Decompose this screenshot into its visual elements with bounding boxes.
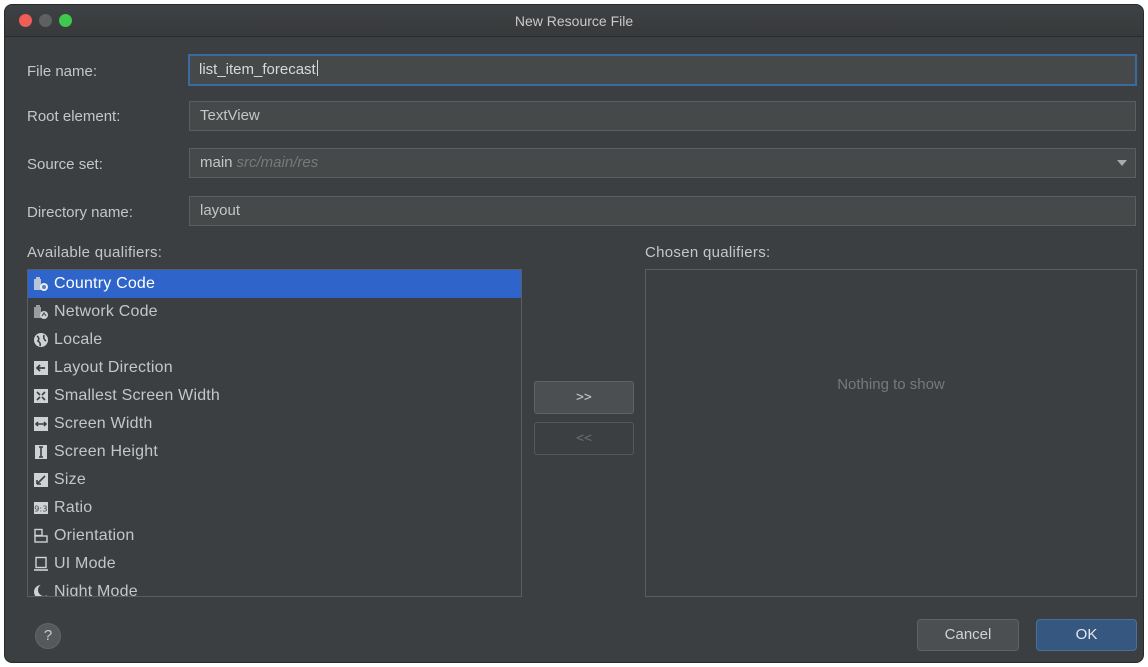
source-set-value: main [200,154,233,171]
source-set-dropdown[interactable]: main src/main/res [189,148,1136,178]
list-item-country-code[interactable]: Country Code [28,270,521,298]
root-element-value: TextView [200,107,260,124]
list-item-label: Screen Width [54,415,153,432]
screen-height-icon [33,444,49,460]
chosen-qualifiers-label: Chosen qualifiers: [645,244,771,261]
size-icon [33,472,49,488]
add-qualifier-button[interactable]: >> [534,381,634,414]
file-name-label: File name: [27,63,98,80]
ok-button[interactable]: OK [1036,619,1137,651]
list-item-label: UI Mode [54,555,116,572]
directory-name-field[interactable]: layout [189,196,1136,226]
list-item-network-code[interactable]: Network Code [28,298,521,326]
available-qualifiers-list[interactable]: Country Code Network Code Locale Layout … [27,269,522,597]
directory-name-label: Directory name: [27,204,133,221]
smallest-width-icon [33,388,49,404]
country-code-icon [33,276,49,292]
list-item-ratio[interactable]: 9:3 Ratio [28,494,521,522]
text-caret [316,60,318,76]
list-item-label: Size [54,471,86,488]
screen-width-icon [33,416,49,432]
list-item-label: Layout Direction [54,359,173,376]
list-item-screen-height[interactable]: Screen Height [28,438,521,466]
available-qualifiers-label: Available qualifiers: [27,244,163,261]
list-item-label: Network Code [54,303,158,320]
list-item-label: Country Code [54,275,156,292]
help-button[interactable]: ? [35,623,61,649]
remove-qualifier-button[interactable]: << [534,422,634,455]
source-set-path-hint: src/main/res [236,154,319,171]
list-item-layout-direction[interactable]: Layout Direction [28,354,521,382]
globe-icon [33,332,49,348]
list-item-label: Smallest Screen Width [54,387,221,404]
list-item-size[interactable]: Size [28,466,521,494]
list-item-label: Night Mode [54,583,138,597]
cancel-button[interactable]: Cancel [917,619,1019,651]
list-item-night-mode[interactable]: Night Mode [28,578,521,597]
file-name-value: list_item_forecast [199,61,316,78]
ratio-icon: 9:3 [33,500,49,516]
chevron-down-icon[interactable] [1117,160,1127,166]
new-resource-file-dialog: New Resource File File name: list_item_f… [4,4,1144,663]
list-item-label: Ratio [54,499,93,516]
source-set-label: Source set: [27,156,103,173]
window-title: New Resource File [514,13,634,29]
title-bar: New Resource File [5,5,1143,37]
directory-name-value: layout [200,202,241,219]
empty-state-text: Nothing to show [837,376,945,393]
night-mode-icon [33,584,49,596]
root-element-label: Root element: [27,108,121,125]
list-item-label: Screen Height [54,443,158,460]
file-name-field[interactable]: list_item_forecast [188,54,1137,86]
orientation-icon [33,528,49,544]
list-item-ui-mode[interactable]: UI Mode [28,550,521,578]
list-item-locale[interactable]: Locale [28,326,521,354]
layout-direction-icon [33,360,49,376]
list-item-label: Orientation [54,527,135,544]
list-item-screen-width[interactable]: Screen Width [28,410,521,438]
list-item-orientation[interactable]: Orientation [28,522,521,550]
root-element-field[interactable]: TextView [189,101,1136,131]
list-item-label: Locale [54,331,103,348]
network-code-icon [33,304,49,320]
ui-mode-icon [33,556,49,572]
chosen-qualifiers-list[interactable]: Nothing to show [645,269,1137,597]
svg-text:9:3: 9:3 [34,505,47,514]
list-item-smallest-screen-width[interactable]: Smallest Screen Width [28,382,521,410]
